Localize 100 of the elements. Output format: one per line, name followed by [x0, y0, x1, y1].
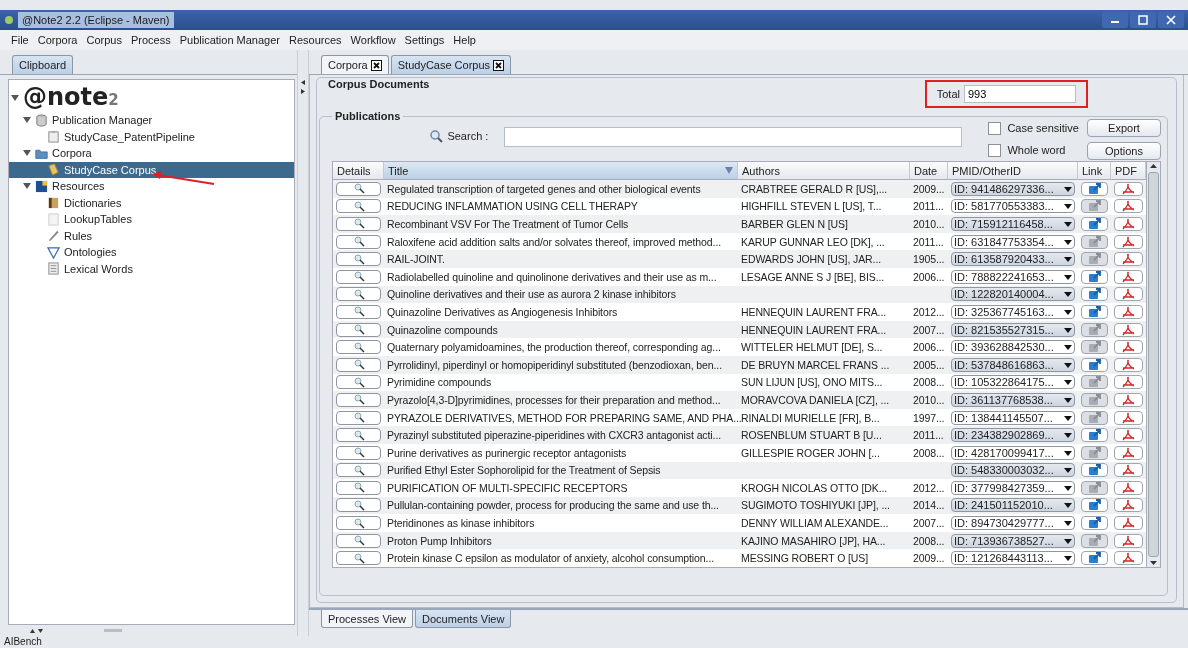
checkbox[interactable]: Whole word [988, 142, 1079, 158]
id-dropdown[interactable]: ID: 428170099417... [951, 445, 1075, 460]
link-button[interactable] [1081, 533, 1108, 548]
menu-item[interactable]: Settings [403, 34, 446, 46]
column-header[interactable]: PMID/OtherID [948, 162, 1078, 180]
link-button[interactable] [1081, 217, 1108, 231]
id-dropdown[interactable]: ID: 377998427359... [951, 480, 1075, 495]
menu-item[interactable]: Corpora [36, 34, 79, 46]
pdf-button[interactable] [1114, 480, 1143, 495]
link-button[interactable] [1081, 252, 1108, 267]
expanded-icon[interactable] [11, 94, 19, 102]
details-button[interactable] [336, 357, 381, 372]
details-button[interactable] [336, 516, 381, 531]
id-dropdown[interactable]: ID: 241501152010... [951, 498, 1075, 513]
tree-item[interactable]: Lexical Words [9, 260, 295, 277]
scrollbar-thumb[interactable] [1148, 172, 1159, 558]
link-button[interactable] [1081, 304, 1108, 319]
link-button[interactable] [1081, 498, 1108, 513]
id-dropdown[interactable]: ID: 631847753354... [951, 234, 1075, 249]
details-button[interactable] [336, 410, 381, 425]
details-button[interactable] [336, 287, 381, 302]
menu-item[interactable]: File [10, 34, 30, 46]
link-button[interactable] [1081, 269, 1108, 284]
details-button[interactable] [336, 498, 381, 513]
table-row[interactable]: Pteridinones as kinase inhibitors DENNY WILLIAM ALEXANDE... 2007... ID: 894730429777... [333, 514, 1146, 532]
details-button[interactable] [336, 445, 381, 460]
id-dropdown[interactable]: ID: 234382902869... [951, 428, 1075, 443]
table-row[interactable]: RAIL-JOINT. EDWARDS JOHN [US], JAR... 1905... ID: 613587920433... [333, 250, 1146, 268]
id-dropdown[interactable]: ID: 548330003032... [951, 463, 1075, 478]
link-button[interactable] [1081, 428, 1108, 443]
link-button[interactable] [1081, 410, 1108, 425]
table-row[interactable]: Quaternary polyamidoamines, the production thereof, corresponding ag... WITTELER HELMUT [DE], S... 2006... ID: 393628842530... [333, 338, 1146, 356]
pdf-button[interactable] [1114, 252, 1143, 267]
action-button[interactable]: Options [1087, 142, 1161, 160]
table-row[interactable]: Pyrazinyl substituted piperazine-piperidines with CXCR3 antagonist acti... ROSENBLUM STUART B [U... 2011... ID: 234382902869... [333, 426, 1146, 444]
pdf-button[interactable] [1114, 410, 1143, 425]
collapse-arrows-icon[interactable] [300, 80, 306, 96]
link-button[interactable] [1081, 463, 1108, 478]
menu-item[interactable]: Resources [288, 34, 343, 46]
expanded-icon[interactable] [23, 149, 31, 158]
menu-item[interactable]: Process [129, 34, 172, 46]
tree-item[interactable]: StudyCase Corpus [9, 161, 295, 178]
id-dropdown[interactable]: ID: 393628842530... [951, 340, 1075, 355]
maximize-icon[interactable] [1130, 12, 1156, 28]
link-button[interactable] [1081, 516, 1108, 531]
tree-item[interactable]: Rules [9, 227, 295, 244]
pdf-button[interactable] [1114, 322, 1143, 337]
id-dropdown[interactable]: ID: 121268443113... [951, 551, 1075, 566]
close-icon[interactable] [370, 59, 382, 71]
id-dropdown[interactable]: ID: 581770553383... [951, 199, 1075, 214]
details-button[interactable] [336, 199, 381, 214]
menu-item[interactable]: Corpus [85, 34, 123, 46]
grip-icon[interactable] [104, 628, 122, 633]
table-row[interactable]: Pyrazolo[4,3-D]pyrimidines, processes for their preparation and method... MORAVCOVA DANIELA [CZ], ... 2010... ID: 361137768538... [333, 391, 1146, 409]
view-tab[interactable]: Processes View [321, 610, 414, 628]
close-icon[interactable] [493, 59, 505, 71]
checkbox[interactable]: Case sensitive [988, 120, 1079, 136]
link-button[interactable] [1081, 445, 1108, 460]
id-dropdown[interactable]: ID: 361137768538... [951, 392, 1075, 407]
details-button[interactable] [336, 480, 381, 495]
details-button[interactable] [336, 269, 381, 284]
pdf-button[interactable] [1114, 269, 1143, 284]
panel-tab[interactable]: Clipboard [12, 55, 74, 74]
id-dropdown[interactable]: ID: 537848616863... [951, 357, 1075, 372]
table-row[interactable]: PURIFICATION OF MULTI-SPECIFIC RECEPTORS KROGH NICOLAS OTTO [DK... 2012... ID: 377998427359... [333, 479, 1146, 497]
table-row[interactable]: Protein kinase C epsilon as modulator of anxiety, alcohol consumption... MESSING ROBERT O [US] 2009... ID: 121268443113... [333, 549, 1146, 568]
expanded-icon[interactable] [23, 182, 31, 191]
column-header[interactable]: Date [910, 162, 948, 180]
column-header[interactable]: Link [1078, 162, 1111, 180]
collapse-arrows-icon[interactable] [30, 627, 44, 634]
pdf-button[interactable] [1114, 516, 1143, 531]
details-button[interactable] [336, 463, 381, 478]
pdf-button[interactable] [1114, 533, 1143, 548]
pdf-button[interactable] [1114, 287, 1143, 302]
id-dropdown[interactable]: ID: 105322864175... [951, 375, 1075, 390]
tree-item[interactable]: Dictionaries [9, 194, 295, 211]
tree-item[interactable]: StudyCase_PatentPipeline [9, 128, 295, 145]
menu-item[interactable]: Workflow [349, 34, 397, 46]
link-button[interactable] [1081, 340, 1108, 355]
details-button[interactable] [336, 217, 381, 231]
pdf-button[interactable] [1114, 181, 1143, 196]
link-button[interactable] [1081, 392, 1108, 407]
view-tab[interactable]: Documents View [415, 610, 512, 628]
tree-item[interactable]: Publication Manager [9, 112, 295, 129]
id-dropdown[interactable]: ID: 821535527315... [951, 322, 1075, 337]
search-field[interactable] [504, 127, 963, 147]
details-button[interactable] [336, 340, 381, 355]
pdf-button[interactable] [1114, 357, 1143, 372]
details-button[interactable] [336, 181, 381, 196]
column-header[interactable]: Details [333, 162, 384, 180]
id-dropdown[interactable]: ID: 138441145507... [951, 410, 1075, 425]
column-header[interactable]: PDF [1111, 162, 1146, 180]
tree-item[interactable]: Ontologies [9, 244, 295, 261]
pdf-button[interactable] [1114, 340, 1143, 355]
link-button[interactable] [1081, 480, 1108, 495]
pdf-button[interactable] [1114, 375, 1143, 390]
link-button[interactable] [1081, 357, 1108, 372]
pdf-button[interactable] [1114, 217, 1143, 231]
details-button[interactable] [336, 322, 381, 337]
details-button[interactable] [336, 392, 381, 407]
